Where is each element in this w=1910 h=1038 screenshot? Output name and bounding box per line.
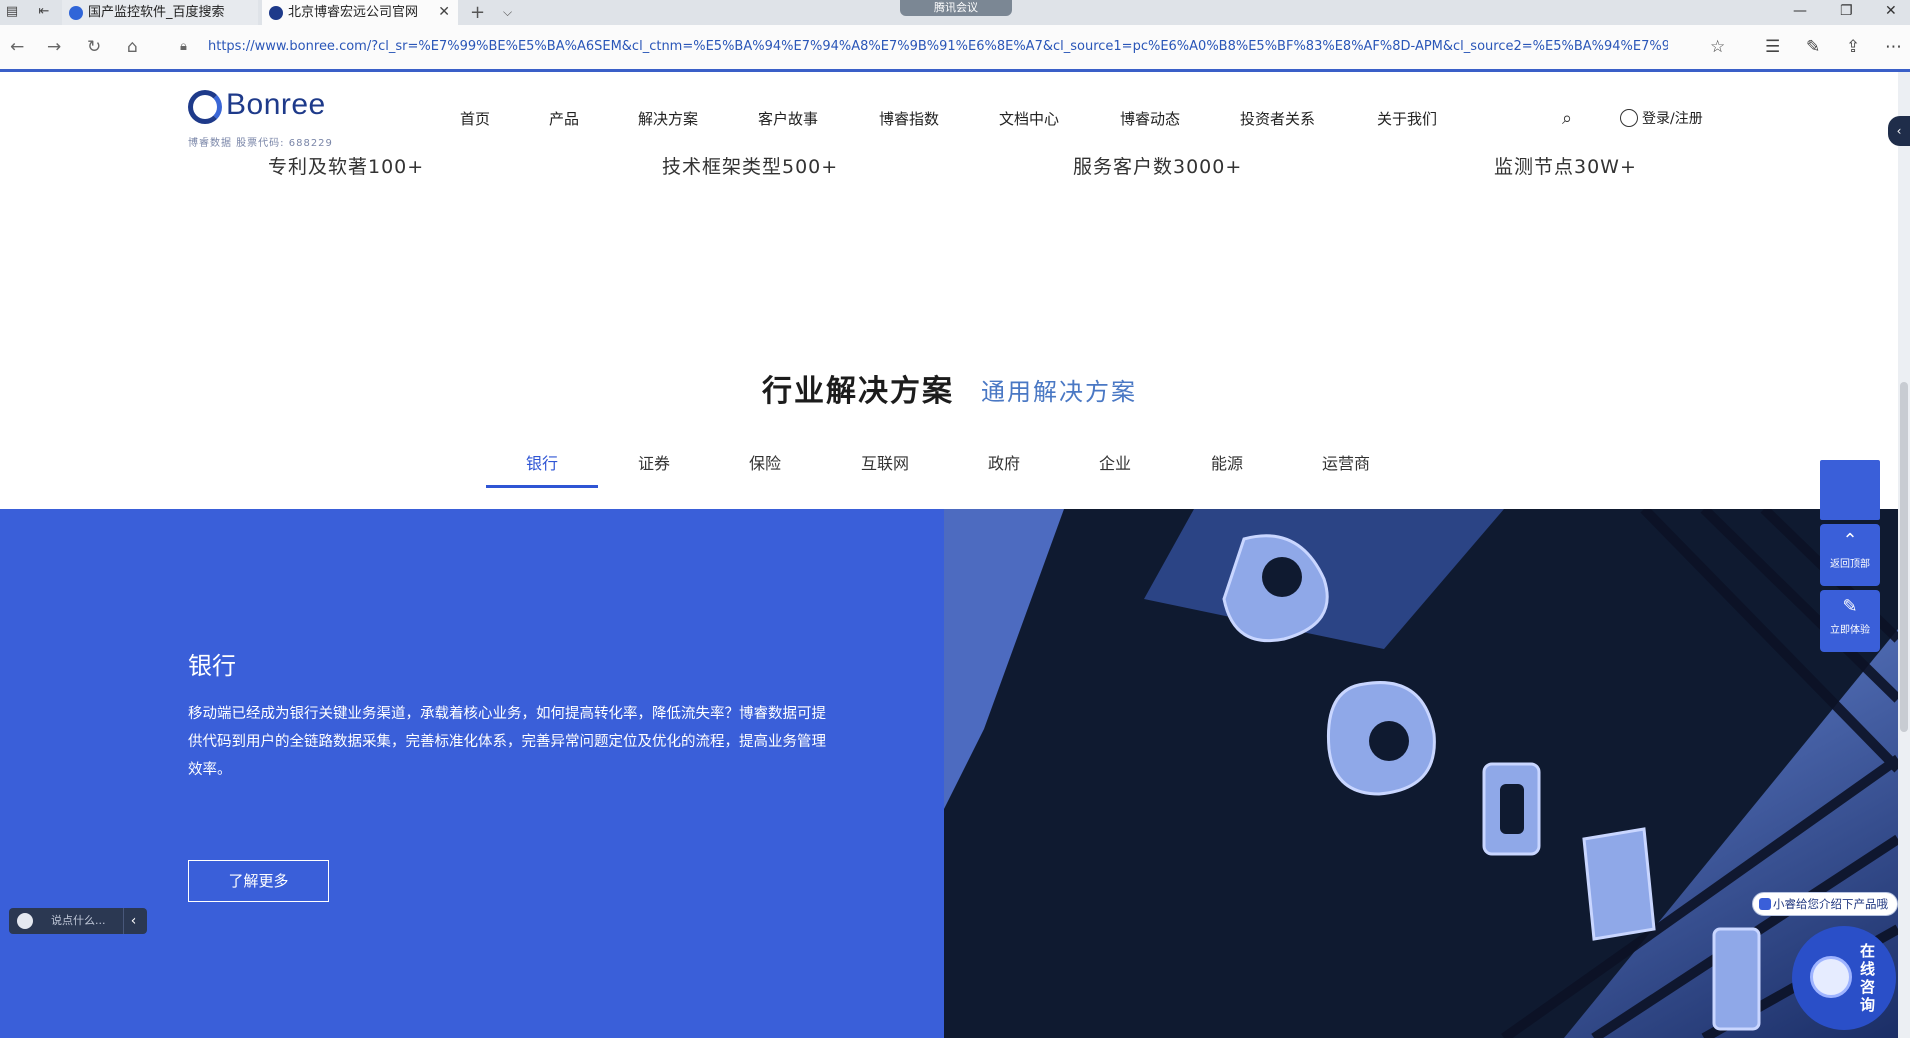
search-icon[interactable]: ⌕: [1562, 108, 1572, 129]
floating-top-tab[interactable]: [1820, 460, 1880, 520]
nav-item-products[interactable]: 产品: [549, 108, 579, 129]
tab-actions-icon[interactable]: ▤: [4, 4, 20, 20]
chat-input-bar[interactable]: 说点什么... ‹: [9, 908, 147, 934]
nav-item-investors[interactable]: 投资者关系: [1240, 108, 1315, 129]
set-aside-tabs-icon[interactable]: ⇤: [36, 4, 52, 20]
back-icon[interactable]: ←: [10, 37, 24, 57]
back-to-top-button[interactable]: ⌃ 返回顶部: [1820, 524, 1880, 586]
user-icon: [1620, 109, 1638, 127]
tab-internet[interactable]: 互联网: [861, 450, 909, 474]
stat-patents: 专利及软著100+: [268, 156, 425, 178]
bank-sign-illustration: [944, 509, 1898, 1038]
section-title[interactable]: 行业解决方案: [762, 366, 954, 410]
solution-title: 银行: [188, 652, 236, 680]
assistant-bubble[interactable]: 小睿给您介绍下产品哦: [1752, 892, 1898, 916]
chevron-up-icon: ⌃: [1842, 530, 1858, 551]
refresh-icon[interactable]: ↻: [87, 37, 101, 57]
emoji-icon[interactable]: [17, 913, 33, 929]
tab-dropdown-icon[interactable]: ⌵: [503, 0, 512, 25]
star-icon[interactable]: ☆: [1710, 37, 1725, 57]
tab-securities[interactable]: 证券: [638, 450, 670, 474]
forward-icon[interactable]: →: [47, 37, 61, 57]
tab-title: 北京博睿宏远公司官网: [288, 5, 419, 20]
meeting-indicator[interactable]: 腾讯会议: [900, 0, 1012, 16]
stat-frameworks: 技术框架类型500+: [662, 156, 839, 178]
robot-avatar-icon: [1810, 956, 1852, 998]
sidebar-collapse-icon[interactable]: ‹: [1888, 116, 1910, 146]
tab-insurance[interactable]: 保险: [749, 450, 781, 474]
bank-sign-photo: [944, 509, 1898, 1038]
nav-item-docs[interactable]: 文档中心: [999, 108, 1059, 129]
online-consult-button[interactable]: 在线咨询: [1792, 926, 1898, 1030]
consult-label: 在线咨询: [1860, 942, 1876, 1014]
lock-icon[interactable]: 🔒︎: [180, 39, 187, 54]
home-icon[interactable]: ⌂: [127, 37, 138, 57]
logo-text[interactable]: Bonree: [226, 88, 326, 122]
solution-description: 移动端已经成为银行关键业务渠道，承载着核心业务，如何提高转化率，降低流失率？博睿…: [188, 706, 826, 778]
browser-tab-bonree[interactable]: 北京博睿宏远公司官网 ✕: [262, 0, 458, 25]
chat-icon: [1759, 898, 1771, 910]
minimize-icon[interactable]: —: [1793, 0, 1807, 22]
bonree-favicon-icon: [269, 6, 283, 20]
tab-enterprise[interactable]: 企业: [1099, 450, 1131, 474]
collapse-chat-icon[interactable]: ‹: [123, 908, 143, 934]
free-trial-label: 立即体验: [1830, 625, 1870, 636]
nav-item-home[interactable]: 首页: [460, 108, 490, 129]
tab-energy[interactable]: 能源: [1211, 450, 1243, 474]
learn-more-button[interactable]: 了解更多: [188, 860, 329, 902]
close-tab-icon[interactable]: ✕: [438, 0, 450, 25]
assistant-bubble-text: 小睿给您介绍下产品哦: [1773, 897, 1888, 911]
restore-icon[interactable]: ❐: [1840, 0, 1853, 22]
logo-subtitle: 博睿数据 股票代码: 688229: [188, 138, 333, 149]
page-scrollbar[interactable]: [1898, 72, 1910, 1038]
browser-tab-bar: ▤ ⇤ 国产监控软件_百度搜索 北京博睿宏远公司官网 ✕ + ⌵ 腾讯会议 — …: [0, 0, 1910, 25]
nav-item-customer-stories[interactable]: 客户故事: [758, 108, 818, 129]
new-tab-icon[interactable]: +: [470, 0, 485, 25]
share-icon[interactable]: ⇪: [1846, 37, 1860, 57]
section-alt-title[interactable]: 通用解决方案: [981, 372, 1137, 407]
login-label: 登录/注册: [1642, 111, 1703, 127]
edit-icon: ✎: [1842, 596, 1858, 617]
tab-government[interactable]: 政府: [988, 450, 1020, 474]
close-window-icon[interactable]: ✕: [1885, 0, 1897, 22]
tab-title: 国产监控软件_百度搜索: [88, 5, 225, 20]
more-icon[interactable]: ⋯: [1885, 37, 1902, 57]
browser-address-bar: ← → ↻ ⌂ 🔒︎ https://www.bonree.com/?cl_sr…: [0, 25, 1910, 70]
favorites-icon[interactable]: ☰: [1765, 37, 1780, 57]
browser-tab-baidu[interactable]: 国产监控软件_百度搜索: [62, 0, 258, 25]
url-field[interactable]: https://www.bonree.com/?cl_sr=%E7%99%BE%…: [208, 37, 1668, 57]
nav-item-solutions[interactable]: 解决方案: [638, 108, 698, 129]
site-header: Bonree 博睿数据 股票代码: 688229 首页 产品 解决方案 客户故事…: [0, 72, 1898, 154]
nav-item-news[interactable]: 博睿动态: [1120, 108, 1180, 129]
back-to-top-label: 返回顶部: [1830, 559, 1870, 570]
chat-input-placeholder[interactable]: 说点什么...: [51, 908, 106, 934]
tab-bank[interactable]: 银行: [526, 450, 558, 474]
baidu-favicon-icon: [69, 6, 83, 20]
stat-nodes: 监测节点30W+: [1494, 156, 1637, 178]
active-tab-indicator: [486, 485, 598, 488]
bonree-logo-icon[interactable]: [188, 90, 222, 124]
login-register-link[interactable]: 登录/注册: [1620, 108, 1703, 128]
free-trial-button[interactable]: ✎ 立即体验: [1820, 590, 1880, 652]
tab-carrier[interactable]: 运营商: [1322, 450, 1370, 474]
scrollbar-thumb[interactable]: [1900, 382, 1908, 732]
pen-icon[interactable]: ✎: [1806, 37, 1820, 57]
nav-item-bonree-index[interactable]: 博睿指数: [879, 108, 939, 129]
stat-customers: 服务客户数3000+: [1073, 156, 1243, 178]
nav-item-about[interactable]: 关于我们: [1377, 108, 1437, 129]
